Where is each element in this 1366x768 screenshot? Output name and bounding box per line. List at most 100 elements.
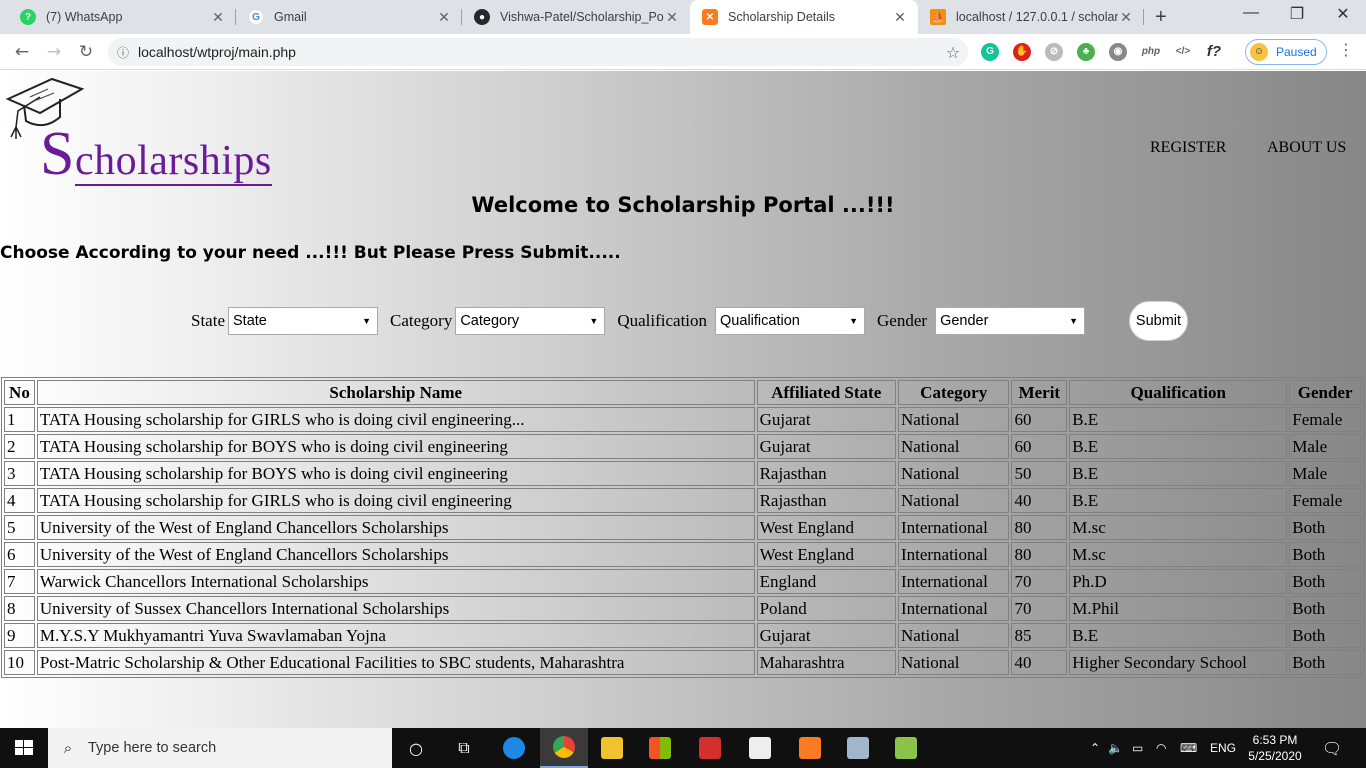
network-monitor-icon[interactable]: [834, 728, 882, 768]
clock-date: 5/25/2020: [1248, 749, 1302, 763]
store-icon[interactable]: [636, 728, 684, 768]
camera-icon[interactable]: ◉: [1109, 43, 1127, 61]
table-cell: National: [897, 407, 1010, 432]
welcome-heading: Welcome to Scholarship Portal ...!!!: [471, 193, 895, 217]
adblock-icon[interactable]: ✋: [1013, 43, 1031, 61]
table-cell: 60: [1011, 434, 1068, 459]
close-icon[interactable]: ✕: [1118, 9, 1134, 26]
minimize-icon[interactable]: —: [1228, 4, 1274, 22]
edge-icon[interactable]: [490, 728, 538, 768]
wifi-icon[interactable]: ◠: [1156, 741, 1180, 755]
close-icon[interactable]: ✕: [436, 9, 452, 26]
table-cell: Rajasthan: [756, 461, 896, 486]
browser-menu-icon[interactable]: ⋮: [1338, 40, 1354, 59]
table-header-row: No Scholarship Name Affiliated State Cat…: [4, 380, 1361, 405]
address-bar[interactable]: ⓘ localhost/wtproj/main.php ☆: [108, 38, 968, 66]
cortana-icon[interactable]: ○: [392, 728, 440, 768]
close-icon[interactable]: ✕: [210, 9, 226, 26]
font-icon[interactable]: f?: [1204, 43, 1224, 61]
close-window-icon[interactable]: ✕: [1320, 4, 1366, 24]
chrome-icon[interactable]: [540, 728, 588, 768]
nav-about-link[interactable]: ABOUT US: [1267, 139, 1346, 157]
table-cell: West England: [756, 542, 896, 567]
table-row: 6 University of the West of England Chanc…: [4, 542, 1361, 567]
tree-icon[interactable]: ♣: [1077, 43, 1095, 61]
table-cell: TATA Housing scholarship for BOYS who is…: [36, 461, 755, 486]
reload-icon[interactable]: ↻: [74, 40, 98, 64]
table-cell: 7: [4, 569, 35, 594]
search-placeholder: Type here to search: [88, 740, 217, 756]
close-icon[interactable]: ✕: [892, 9, 908, 26]
gender-select-value: Gender: [940, 313, 989, 329]
bookmark-star-icon[interactable]: ☆: [938, 43, 968, 62]
tab-title: localhost / 127.0.0.1 / scholars: [956, 10, 1118, 24]
table-cell: National: [897, 488, 1010, 513]
chevron-up-icon[interactable]: ⌃: [1090, 741, 1108, 755]
site-logo[interactable]: Scholarships: [4, 77, 314, 188]
battery-icon[interactable]: ▭: [1132, 741, 1156, 755]
tab-phpmyadmin[interactable]: ⛵ localhost / 127.0.0.1 / scholars ✕: [918, 0, 1144, 34]
code-icon[interactable]: </>: [1172, 43, 1194, 61]
close-icon[interactable]: ✕: [664, 9, 680, 26]
table-cell: B.E: [1069, 488, 1288, 513]
table-cell: National: [897, 623, 1010, 648]
taskbar-clock[interactable]: 6:53 PM 5/25/2020: [1225, 732, 1325, 764]
table-row: 9 M.Y.S.Y Mukhyamantri Yuva Swavlamaban Y…: [4, 623, 1361, 648]
qualification-select-value: Qualification: [720, 313, 800, 329]
category-label: Category: [390, 311, 453, 330]
notification-icon[interactable]: 🗨: [1322, 728, 1342, 768]
category-select-value: Category: [460, 313, 520, 329]
table-cell: Higher Secondary School: [1069, 650, 1288, 675]
php-icon[interactable]: php: [1139, 43, 1163, 61]
tab-title: Gmail: [274, 10, 307, 24]
state-select[interactable]: State ▼: [228, 307, 378, 335]
table-cell: University of the West of England Chance…: [36, 542, 755, 567]
tab-whatsapp[interactable]: ? (7) WhatsApp ✕: [8, 0, 236, 34]
nav-register-link[interactable]: REGISTER: [1150, 139, 1226, 157]
speaker-icon[interactable]: 🔈: [1108, 741, 1132, 755]
system-tray: ⌃ 🔈 ▭ ◠ ⌨ ENG: [1090, 728, 1244, 768]
new-tab-button[interactable]: +: [1155, 6, 1167, 29]
keyboard-icon[interactable]: ⌨: [1180, 741, 1210, 755]
forward-icon[interactable]: →: [42, 40, 66, 64]
back-icon[interactable]: ←: [10, 40, 34, 64]
info-icon[interactable]: ⓘ: [108, 44, 138, 61]
acrobat-icon[interactable]: [686, 728, 734, 768]
table-cell: Rajasthan: [756, 488, 896, 513]
logo-wordmark: Scholarships: [40, 119, 272, 190]
notepad-icon[interactable]: [882, 728, 930, 768]
table-cell: B.E: [1069, 407, 1288, 432]
filter-form: State State ▼ Category Category ▼ Qualif…: [191, 307, 1097, 335]
photos-icon[interactable]: [736, 728, 784, 768]
task-view-icon[interactable]: ⧉: [440, 728, 488, 768]
profile-button[interactable]: ☺ Paused: [1245, 39, 1327, 65]
table-cell: Warwick Chancellors International Schola…: [36, 569, 755, 594]
table-cell: Maharashtra: [756, 650, 896, 675]
link-icon[interactable]: ⊘: [1045, 43, 1063, 61]
tab-github[interactable]: ● Vishwa-Patel/Scholarship_Port ✕: [462, 0, 690, 34]
grammarly-icon[interactable]: G: [981, 43, 999, 61]
table-cell: 2: [4, 434, 35, 459]
restore-icon[interactable]: ❐: [1274, 4, 1320, 24]
table-cell: National: [897, 650, 1010, 675]
submit-button[interactable]: Submit: [1129, 301, 1188, 341]
table-cell: Both: [1289, 515, 1361, 540]
tab-gmail[interactable]: G Gmail ✕: [236, 0, 462, 34]
table-cell: TATA Housing scholarship for BOYS who is…: [36, 434, 755, 459]
start-button[interactable]: [0, 728, 48, 768]
table-row: 3 TATA Housing scholarship for BOYS who i…: [4, 461, 1361, 486]
clock-time: 6:53 PM: [1252, 733, 1298, 747]
qualification-select[interactable]: Qualification ▼: [715, 307, 866, 335]
taskbar-search-box[interactable]: ⌕ Type here to search: [48, 728, 392, 768]
whatsapp-icon: ?: [20, 9, 36, 25]
gender-select[interactable]: Gender ▼: [935, 307, 1086, 335]
chevron-down-icon: ▼: [849, 316, 859, 326]
windows-taskbar: ⌕ Type here to search ○ ⧉ ⌃ 🔈 ▭ ◠ ⌨ ENG …: [0, 728, 1366, 768]
url-text[interactable]: localhost/wtproj/main.php: [138, 44, 938, 60]
table-cell: 50: [1011, 461, 1068, 486]
column-header: No: [4, 380, 35, 405]
tab-scholarship-details[interactable]: ✕ Scholarship Details ✕: [690, 0, 918, 34]
xampp-icon[interactable]: [786, 728, 834, 768]
category-select[interactable]: Category ▼: [455, 307, 606, 335]
file-explorer-icon[interactable]: [588, 728, 636, 768]
